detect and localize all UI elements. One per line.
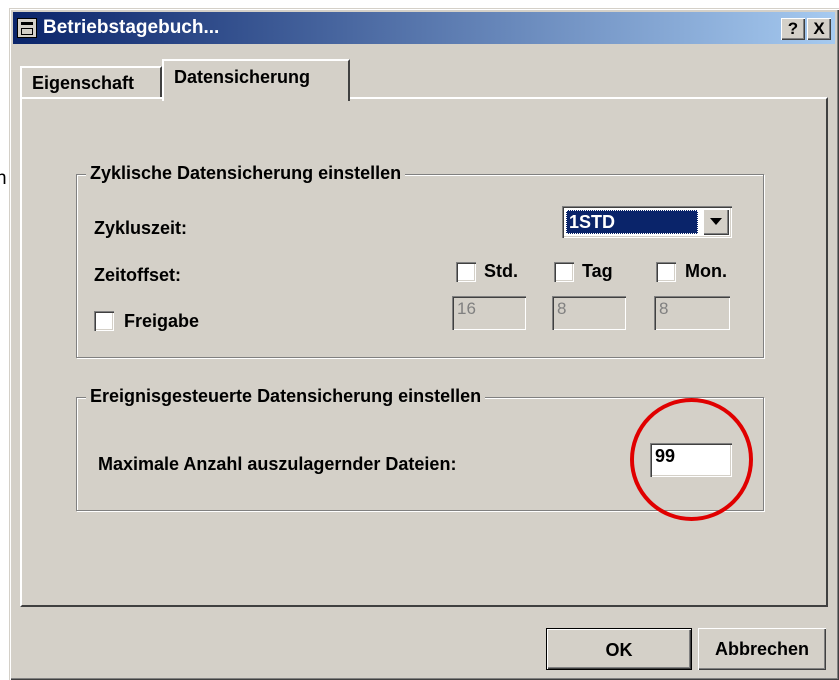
max-files-label: Maximale Anzahl auszulagernder Dateien: [98,454,457,474]
dropdown-button[interactable] [703,209,729,235]
offset-hours-label: Std. [484,261,518,281]
tab-datensicherung[interactable]: Datensicherung [162,59,350,101]
offset-month-value: 8 [659,299,669,318]
chevron-down-icon [710,218,722,225]
annotation-circle [630,398,753,521]
offset-hours-value: 16 [457,299,476,318]
offset-month-field: 8 [654,296,730,330]
offset-day-value: 8 [557,299,567,318]
help-button[interactable]: ? [781,18,805,40]
title-bar[interactable]: Betriebstagebuch... ? X [13,12,835,44]
cycle-time-select[interactable]: 1STD [562,206,732,238]
tab-eigenschaft[interactable]: Eigenschaft [20,66,162,98]
offset-day-field: 8 [552,296,626,330]
close-button[interactable]: X [807,18,831,40]
release-label: Freigabe [124,311,200,331]
time-offset-label: Zeitoffset: [94,265,181,285]
offset-hours-checkbox[interactable] [456,262,476,282]
window-title: Betriebstagebuch... [43,17,220,38]
offset-day-checkbox[interactable] [554,262,574,282]
offset-day-label: Tag [582,261,613,281]
offset-month-checkbox[interactable] [656,262,676,282]
cycle-time-label: Zykluszeit: [94,218,188,238]
event-group-title: Ereignisgesteuerte Datensicherung einste… [86,386,486,407]
offset-hours-field: 16 [452,296,526,330]
cyclic-group-title: Zyklische Datensicherung einstellen [86,163,406,184]
cycle-time-value: 1STD [566,210,698,234]
release-checkbox[interactable] [94,311,114,331]
cancel-button[interactable]: Abbrechen [698,628,826,670]
offset-month-label: Mon. [685,261,727,281]
ok-button[interactable]: OK [546,628,692,670]
app-icon [17,18,37,38]
